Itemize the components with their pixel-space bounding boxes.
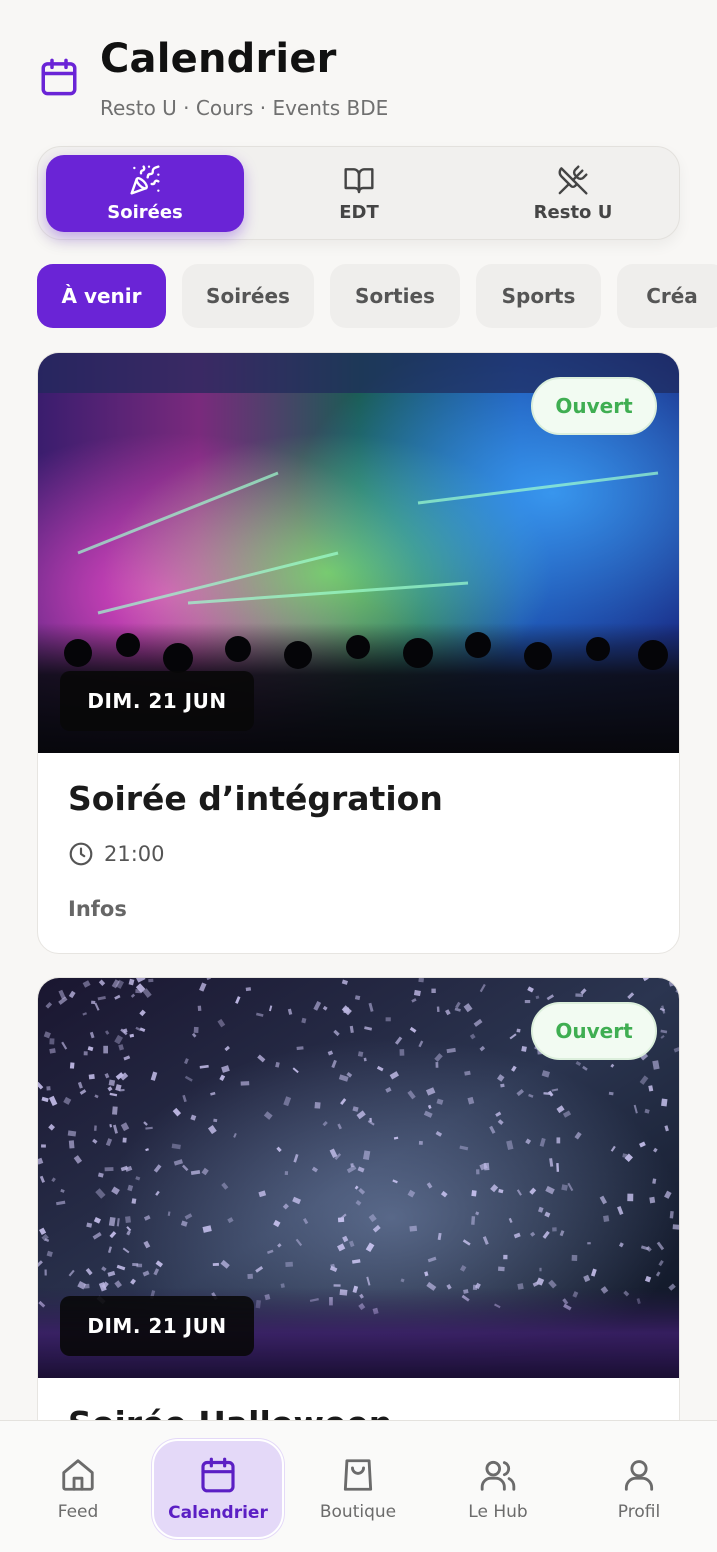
segment-edt[interactable]: EDT bbox=[260, 155, 458, 232]
nav-boutique[interactable]: Boutique bbox=[292, 1439, 424, 1539]
event-card[interactable]: Ouvert DIM. 21 JUN Soirée Halloween bbox=[37, 977, 680, 1447]
nav-profil[interactable]: Profil bbox=[573, 1439, 705, 1539]
section-switcher: Soirées EDT Resto U bbox=[37, 146, 680, 240]
nav-label: Feed bbox=[57, 1502, 99, 1522]
nav-label: Calendrier bbox=[168, 1503, 268, 1523]
chip-sports[interactable]: Sports bbox=[476, 264, 601, 328]
utensils-crossed-icon bbox=[558, 165, 588, 195]
date-badge: DIM. 21 JUN bbox=[60, 1296, 254, 1356]
segment-label: Resto U bbox=[533, 202, 613, 223]
nav-label: Boutique bbox=[319, 1502, 397, 1522]
chip-crea[interactable]: Créa bbox=[617, 264, 717, 328]
users-icon bbox=[480, 1460, 516, 1491]
bottom-nav: Feed Calendrier Boutique Le Hub Profil bbox=[0, 1420, 717, 1552]
calendar-icon bbox=[41, 58, 77, 96]
event-card[interactable]: Ouvert DIM. 21 JUN Soirée d’intégration … bbox=[37, 352, 680, 954]
book-open-icon bbox=[344, 168, 374, 194]
shopping-bag-icon bbox=[343, 1459, 373, 1491]
chip-sorties[interactable]: Sorties bbox=[330, 264, 460, 328]
nav-label: Le Hub bbox=[468, 1502, 528, 1522]
segment-label: EDT bbox=[339, 202, 379, 223]
nav-calendrier[interactable]: Calendrier bbox=[152, 1439, 284, 1539]
segment-soirees[interactable]: Soirées bbox=[46, 155, 244, 232]
event-infos-link[interactable]: Infos bbox=[68, 897, 127, 921]
date-badge: DIM. 21 JUN bbox=[60, 671, 254, 731]
calendar-icon bbox=[201, 1457, 235, 1493]
nav-le-hub[interactable]: Le Hub bbox=[432, 1439, 564, 1539]
segment-label: Soirées bbox=[107, 202, 183, 223]
status-badge: Ouvert bbox=[531, 377, 657, 435]
page-subtitle: Resto U · Cours · Events BDE bbox=[100, 96, 389, 120]
filter-chips: À venir Soirées Sorties Sports Créa bbox=[37, 264, 717, 328]
user-icon bbox=[624, 1460, 654, 1491]
segment-resto-u[interactable]: Resto U bbox=[474, 155, 672, 232]
page-title: Calendrier bbox=[100, 36, 337, 82]
event-time-text: 21:00 bbox=[104, 842, 165, 866]
chip-a-venir[interactable]: À venir bbox=[37, 264, 166, 328]
page-header: Calendrier Resto U · Cours · Events BDE bbox=[0, 0, 717, 140]
nav-label: Profil bbox=[617, 1502, 661, 1522]
nav-feed[interactable]: Feed bbox=[12, 1439, 144, 1539]
event-time: 21:00 bbox=[68, 841, 165, 867]
event-title: Soirée d’intégration bbox=[68, 779, 443, 818]
chip-soirees[interactable]: Soirées bbox=[182, 264, 314, 328]
home-icon bbox=[62, 1459, 94, 1491]
status-badge: Ouvert bbox=[531, 1002, 657, 1060]
party-popper-icon bbox=[130, 165, 160, 195]
clock-icon bbox=[69, 842, 93, 866]
